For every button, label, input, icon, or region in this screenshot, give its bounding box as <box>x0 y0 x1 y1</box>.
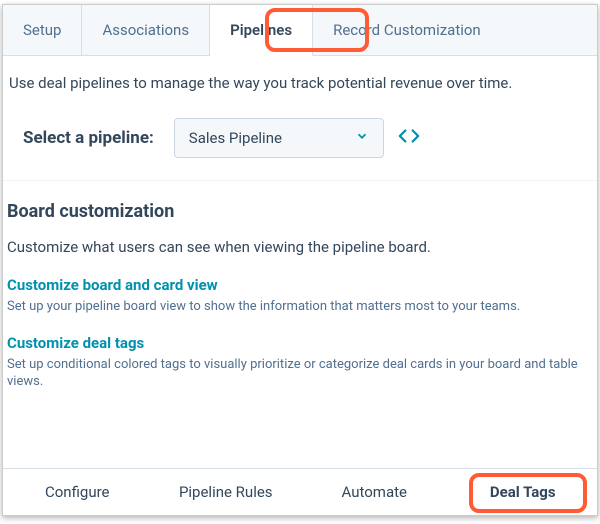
subtab-configure-label: Configure <box>45 483 110 501</box>
board-customization-desc: Customize what users can see when viewin… <box>7 238 589 256</box>
subtab-deal-tags-label: Deal Tags <box>490 483 556 501</box>
tab-associations-label: Associations <box>102 21 189 39</box>
customize-board-card-link[interactable]: Customize board and card view <box>7 276 589 294</box>
code-icon[interactable] <box>398 125 420 152</box>
subtab-pipeline-rules-label: Pipeline Rules <box>179 483 273 501</box>
tab-pipelines-label: Pipelines <box>230 21 292 39</box>
subtab-pipeline-rules[interactable]: Pipeline Rules <box>152 469 301 515</box>
tab-setup[interactable]: Setup <box>3 5 82 55</box>
subtab-automate[interactable]: Automate <box>300 469 449 515</box>
subtab-automate-label: Automate <box>342 483 407 501</box>
pipeline-description: Use deal pipelines to manage the way you… <box>3 56 597 100</box>
board-customization-section: Board customization Customize what users… <box>3 181 597 415</box>
pipeline-dropdown-value: Sales Pipeline <box>189 129 282 147</box>
customize-board-card-desc: Set up your pipeline board view to show … <box>7 298 589 316</box>
top-tab-bar: Setup Associations Pipelines Record Cust… <box>3 5 597 56</box>
customize-deal-tags-link[interactable]: Customize deal tags <box>7 334 589 352</box>
tab-record-customization[interactable]: Record Customization <box>313 5 597 55</box>
tab-pipelines[interactable]: Pipelines <box>210 5 313 56</box>
customize-deal-tags-desc: Set up conditional colored tags to visua… <box>7 356 589 391</box>
subtab-deal-tags[interactable]: Deal Tags <box>449 469 598 515</box>
chevron-down-icon <box>355 129 369 147</box>
select-pipeline-row: Select a pipeline: Sales Pipeline <box>3 100 597 181</box>
subtab-configure[interactable]: Configure <box>3 469 152 515</box>
settings-panel: Setup Associations Pipelines Record Cust… <box>2 4 598 516</box>
tab-associations[interactable]: Associations <box>82 5 210 55</box>
tab-setup-label: Setup <box>23 21 61 39</box>
select-pipeline-label: Select a pipeline: <box>23 128 154 148</box>
board-customization-heading: Board customization <box>7 201 589 222</box>
bottom-tab-bar: Configure Pipeline Rules Automate Deal T… <box>3 468 597 515</box>
pipeline-dropdown[interactable]: Sales Pipeline <box>174 118 384 158</box>
tab-record-customization-label: Record Customization <box>333 21 481 39</box>
